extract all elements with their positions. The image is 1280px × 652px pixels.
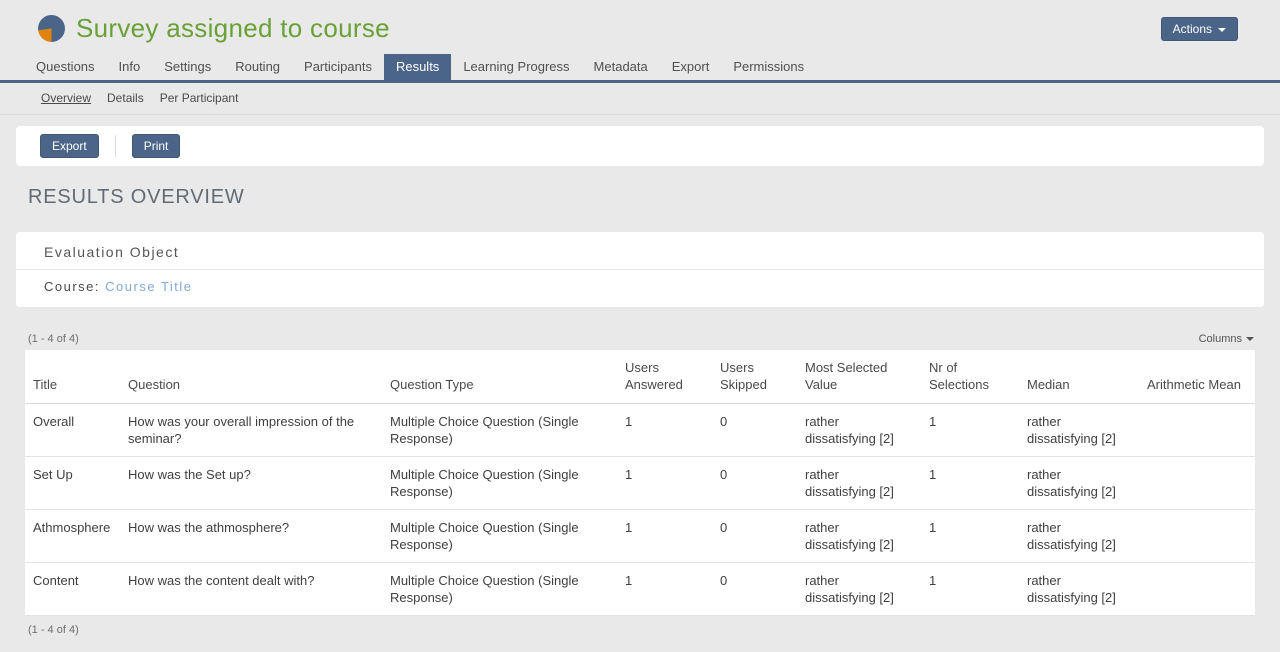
cell-title: Content: [25, 563, 120, 616]
table-row: Content How was the content dealt with? …: [25, 563, 1255, 616]
column-header-users-skipped: Users Skipped: [712, 350, 797, 404]
cell-users-skipped: 0: [712, 404, 797, 457]
cell-median: rather dissatisfying [2]: [1019, 404, 1139, 457]
main-tabs: Questions Info Settings Routing Particip…: [0, 54, 1280, 83]
cell-users-answered: 1: [617, 404, 712, 457]
cell-question-type: Multiple Choice Question (Single Respons…: [382, 510, 617, 563]
results-table: Title Question Question Type Users Answe…: [25, 350, 1255, 616]
course-label: Course:: [44, 279, 100, 294]
cell-users-skipped: 0: [712, 510, 797, 563]
cell-title: Athmosphere: [25, 510, 120, 563]
cell-arithmetic-mean: [1139, 563, 1255, 616]
print-button[interactable]: Print: [132, 134, 181, 158]
column-header-nr-of-selections: Nr of Selections: [921, 350, 1019, 404]
cell-users-skipped: 0: [712, 563, 797, 616]
columns-dropdown-label: Columns: [1199, 333, 1242, 345]
column-header-users-answered: Users Answered: [617, 350, 712, 404]
cell-users-answered: 1: [617, 457, 712, 510]
tab-permissions[interactable]: Permissions: [721, 54, 816, 80]
cell-most-selected-value: rather dissatisfying [2]: [797, 404, 921, 457]
column-header-title: Title: [25, 350, 120, 404]
evaluation-object-title: Evaluation Object: [16, 232, 1264, 270]
results-table-container: Title Question Question Type Users Answe…: [25, 350, 1255, 616]
cell-median: rather dissatisfying [2]: [1019, 563, 1139, 616]
evaluation-object-panel: Evaluation Object Course: Course Title: [16, 232, 1264, 307]
tab-info[interactable]: Info: [107, 54, 153, 80]
cell-question-type: Multiple Choice Question (Single Respons…: [382, 563, 617, 616]
cell-question: How was the Set up?: [120, 457, 382, 510]
results-overview-heading: RESULTS OVERVIEW: [28, 186, 1252, 209]
header: Survey assigned to course Actions: [0, 0, 1280, 52]
subtab-overview[interactable]: Overview: [33, 89, 99, 107]
tab-participants[interactable]: Participants: [292, 54, 384, 80]
actions-button-label: Actions: [1173, 22, 1212, 36]
cell-question-type: Multiple Choice Question (Single Respons…: [382, 404, 617, 457]
evaluation-object-body: Course: Course Title: [16, 270, 1264, 307]
column-header-question: Question: [120, 350, 382, 404]
cell-nr-of-selections: 1: [921, 457, 1019, 510]
tab-routing[interactable]: Routing: [223, 54, 292, 80]
pagination-top: (1 - 4 of 4): [28, 333, 79, 345]
caret-down-icon: [1246, 337, 1254, 341]
column-header-median: Median: [1019, 350, 1139, 404]
caret-down-icon: [1218, 28, 1226, 32]
cell-question: How was the athmosphere?: [120, 510, 382, 563]
column-header-question-type: Question Type: [382, 350, 617, 404]
column-header-most-selected-value: Most Selected Value: [797, 350, 921, 404]
cell-most-selected-value: rather dissatisfying [2]: [797, 563, 921, 616]
cell-arithmetic-mean: [1139, 404, 1255, 457]
subtab-per-participant[interactable]: Per Participant: [152, 89, 247, 107]
columns-dropdown[interactable]: Columns: [1199, 333, 1254, 345]
cell-question: How was your overall impression of the s…: [120, 404, 382, 457]
tab-settings[interactable]: Settings: [152, 54, 223, 80]
cell-question: How was the content dealt with?: [120, 563, 382, 616]
toolbar-separator: [115, 135, 116, 157]
cell-most-selected-value: rather dissatisfying [2]: [797, 510, 921, 563]
cell-nr-of-selections: 1: [921, 404, 1019, 457]
table-row: Overall How was your overall impression …: [25, 404, 1255, 457]
cell-users-answered: 1: [617, 510, 712, 563]
table-row: Athmosphere How was the athmosphere? Mul…: [25, 510, 1255, 563]
actions-button[interactable]: Actions: [1161, 17, 1238, 41]
tab-results[interactable]: Results: [384, 54, 451, 80]
cell-users-answered: 1: [617, 563, 712, 616]
tab-metadata[interactable]: Metadata: [582, 54, 660, 80]
tab-learning-progress[interactable]: Learning Progress: [451, 54, 581, 80]
course-title-link[interactable]: Course Title: [105, 279, 192, 294]
page: Survey assigned to course Actions Questi…: [0, 0, 1280, 636]
toolbar: Export Print: [16, 126, 1264, 166]
cell-arithmetic-mean: [1139, 510, 1255, 563]
table-header-row: Title Question Question Type Users Answe…: [25, 350, 1255, 404]
cell-arithmetic-mean: [1139, 457, 1255, 510]
page-title: Survey assigned to course: [76, 13, 390, 44]
cell-median: rather dissatisfying [2]: [1019, 457, 1139, 510]
cell-nr-of-selections: 1: [921, 510, 1019, 563]
pagination-bottom: (1 - 4 of 4): [28, 624, 1252, 636]
table-row: Set Up How was the Set up? Multiple Choi…: [25, 457, 1255, 510]
pie-chart-logo-icon: [38, 15, 65, 42]
column-header-arithmetic-mean: Arithmetic Mean: [1139, 350, 1255, 404]
cell-question-type: Multiple Choice Question (Single Respons…: [382, 457, 617, 510]
cell-users-skipped: 0: [712, 457, 797, 510]
sub-tabs: Overview Details Per Participant: [0, 83, 1280, 115]
cell-most-selected-value: rather dissatisfying [2]: [797, 457, 921, 510]
cell-title: Overall: [25, 404, 120, 457]
tab-questions[interactable]: Questions: [24, 54, 107, 80]
cell-nr-of-selections: 1: [921, 563, 1019, 616]
export-button[interactable]: Export: [40, 134, 99, 158]
cell-median: rather dissatisfying [2]: [1019, 510, 1139, 563]
cell-title: Set Up: [25, 457, 120, 510]
tab-export[interactable]: Export: [660, 54, 722, 80]
table-header-bar: (1 - 4 of 4) Columns: [28, 333, 1254, 345]
subtab-details[interactable]: Details: [99, 89, 152, 107]
